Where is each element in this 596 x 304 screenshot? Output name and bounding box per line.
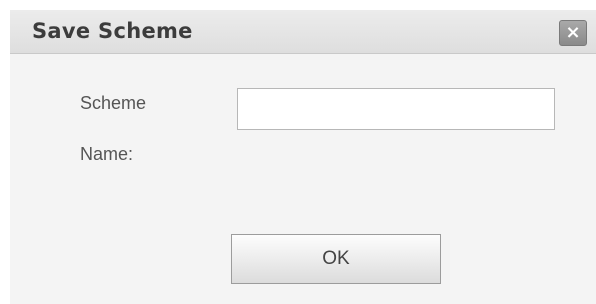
scheme-name-input[interactable] xyxy=(237,88,555,130)
scheme-name-label-line1: Scheme xyxy=(80,93,147,113)
dialog-title: Save Scheme xyxy=(32,19,193,43)
close-button[interactable]: × xyxy=(559,20,587,46)
save-scheme-dialog: Save Scheme × Scheme Name: OK xyxy=(10,10,596,304)
scheme-name-label-line2: Name: xyxy=(80,144,134,164)
close-icon: × xyxy=(565,22,581,43)
ok-button[interactable]: OK xyxy=(231,234,441,284)
dialog-titlebar: Save Scheme × xyxy=(10,10,596,54)
